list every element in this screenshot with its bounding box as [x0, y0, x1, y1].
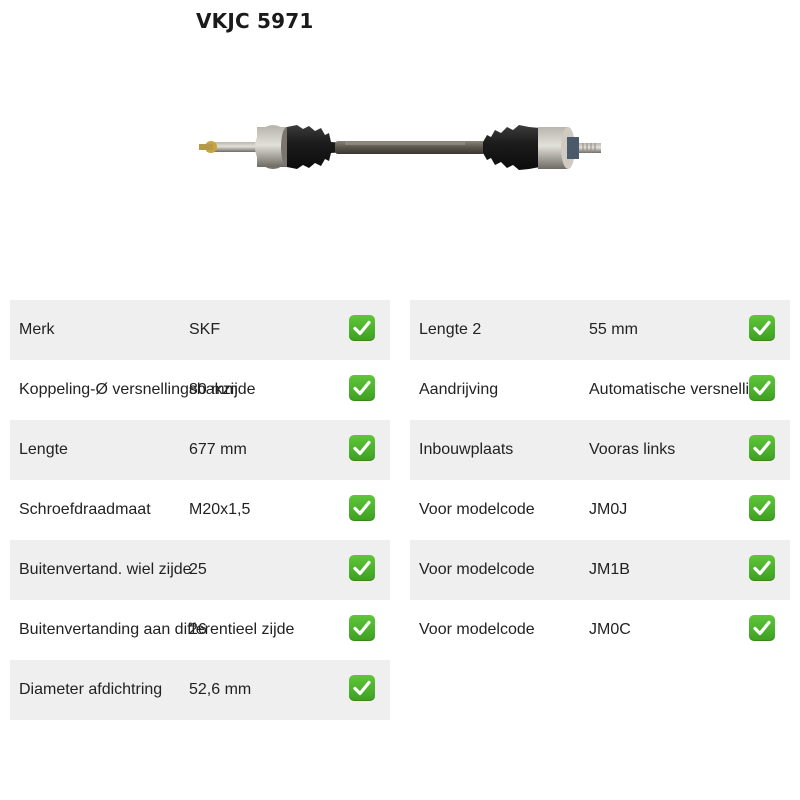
- spec-value: 80 mm: [189, 381, 238, 398]
- spec-label: Voor modelcode: [419, 501, 535, 518]
- check-mark-icon: [349, 675, 375, 701]
- check-mark-icon: [749, 615, 775, 641]
- check-mark-icon: [749, 435, 775, 461]
- spec-value: Automatische versnellings: [589, 381, 775, 398]
- spec-row: Lengte 677 mm: [10, 420, 390, 480]
- spec-value: JM0C: [589, 621, 631, 638]
- spec-value: M20x1,5: [189, 501, 251, 518]
- spec-value: Vooras links: [589, 441, 676, 458]
- spec-value: SKF: [189, 321, 221, 338]
- check-mark-icon: [349, 435, 375, 461]
- spec-table-right: Lengte 2 55 mm Aandrijving Automatische …: [410, 300, 790, 660]
- spec-label: Merk: [19, 321, 55, 338]
- spec-label: Buitenvertand. wiel zijde: [19, 561, 192, 578]
- spec-label: Aandrijving: [419, 381, 499, 398]
- check-mark-icon: [349, 375, 375, 401]
- spec-row: Koppeling-Ø versnellingsbakzijde 80 mm: [10, 360, 390, 420]
- spec-value: JM0J: [589, 501, 628, 518]
- spec-label: Lengte: [19, 441, 68, 458]
- drive-shaft-image: [199, 125, 601, 170]
- spec-row: Voor modelcode JM1B: [410, 540, 790, 600]
- spec-label: Voor modelcode: [419, 621, 535, 638]
- product-title: VKJC 5971: [196, 9, 314, 33]
- check-mark-icon: [349, 315, 375, 341]
- check-mark-icon: [349, 495, 375, 521]
- spec-value: 25: [189, 561, 207, 578]
- spec-value: 26: [189, 621, 207, 638]
- spec-table-left: Merk SKF Koppeling-Ø versnellingsbakzijd…: [10, 300, 390, 720]
- spec-row: Voor modelcode JM0J: [410, 480, 790, 540]
- spec-row: Lengte 2 55 mm: [410, 300, 790, 360]
- spec-row: Aandrijving Automatische versnellings: [410, 360, 790, 420]
- spec-label: Lengte 2: [419, 321, 482, 338]
- spec-row: Inbouwplaats Vooras links: [410, 420, 790, 480]
- check-mark-icon: [349, 615, 375, 641]
- spec-label: Voor modelcode: [419, 561, 535, 578]
- spec-row: Merk SKF: [10, 300, 390, 360]
- spec-row: Buitenvertanding aan differentieel zijde…: [10, 600, 390, 660]
- spec-value: JM1B: [589, 561, 630, 578]
- spec-label: Inbouwplaats: [419, 441, 514, 458]
- spec-value: 52,6 mm: [189, 681, 252, 698]
- spec-value: 677 mm: [189, 441, 247, 458]
- spec-label: Schroefdraadmaat: [19, 501, 151, 518]
- check-mark-icon: [749, 495, 775, 521]
- check-mark-icon: [749, 375, 775, 401]
- check-mark-icon: [749, 315, 775, 341]
- spec-row: Schroefdraadmaat M20x1,5: [10, 480, 390, 540]
- check-mark-icon: [349, 555, 375, 581]
- product-page: VKJC 5971 Merk SKF Koppeling-Ø versnelli…: [0, 0, 800, 800]
- spec-row: Buitenvertand. wiel zijde 25: [10, 540, 390, 600]
- spec-row: Voor modelcode JM0C: [410, 600, 790, 660]
- spec-row: Diameter afdichtring 52,6 mm: [10, 660, 390, 720]
- check-mark-icon: [749, 555, 775, 581]
- spec-label: Buitenvertanding aan differentieel zijde: [19, 621, 295, 638]
- spec-value: 55 mm: [589, 321, 638, 338]
- spec-label: Diameter afdichtring: [19, 681, 163, 698]
